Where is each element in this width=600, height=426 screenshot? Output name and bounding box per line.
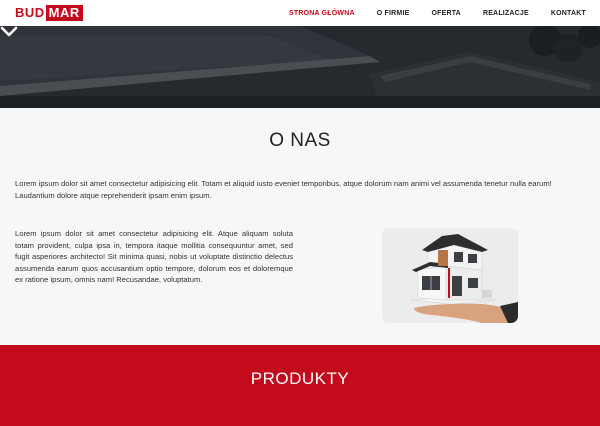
about-paragraph-2: Lorem ipsum dolor sit amet consectetur a… (15, 229, 293, 285)
top-navbar: BUD MAR STRONA GŁÓWNA O FIRMIE OFERTA RE… (0, 0, 600, 26)
nav-item-about-company[interactable]: O FIRMIE (377, 10, 410, 17)
chevron-down-icon[interactable] (0, 26, 18, 38)
about-section: O NAS Lorem ipsum dolor sit amet consect… (0, 108, 600, 345)
main-menu: STRONA GŁÓWNA O FIRMIE OFERTA REALIZACJE… (289, 0, 586, 26)
products-title: PRODUKTY (250, 369, 350, 388)
products-section: PRODUKTY (0, 345, 600, 426)
hero-roof-background (0, 26, 600, 108)
nav-item-projects[interactable]: REALIZACJE (483, 10, 529, 17)
about-title: O NAS (269, 130, 331, 151)
logo-text-bud: BUD (15, 5, 45, 20)
house-illustration (382, 228, 518, 323)
budmar-logo[interactable]: BUD MAR (15, 5, 83, 21)
house-in-hand-image (382, 228, 518, 323)
nav-item-home[interactable]: STRONA GŁÓWNA (289, 10, 355, 17)
about-paragraph-1: Lorem ipsum dolor sit amet consectetur a… (15, 179, 552, 200)
nav-item-contact[interactable]: KONTAKT (551, 10, 586, 17)
logo-text-mar: MAR (45, 5, 83, 21)
hero-banner (0, 26, 600, 108)
nav-item-offer[interactable]: OFERTA (431, 10, 460, 17)
